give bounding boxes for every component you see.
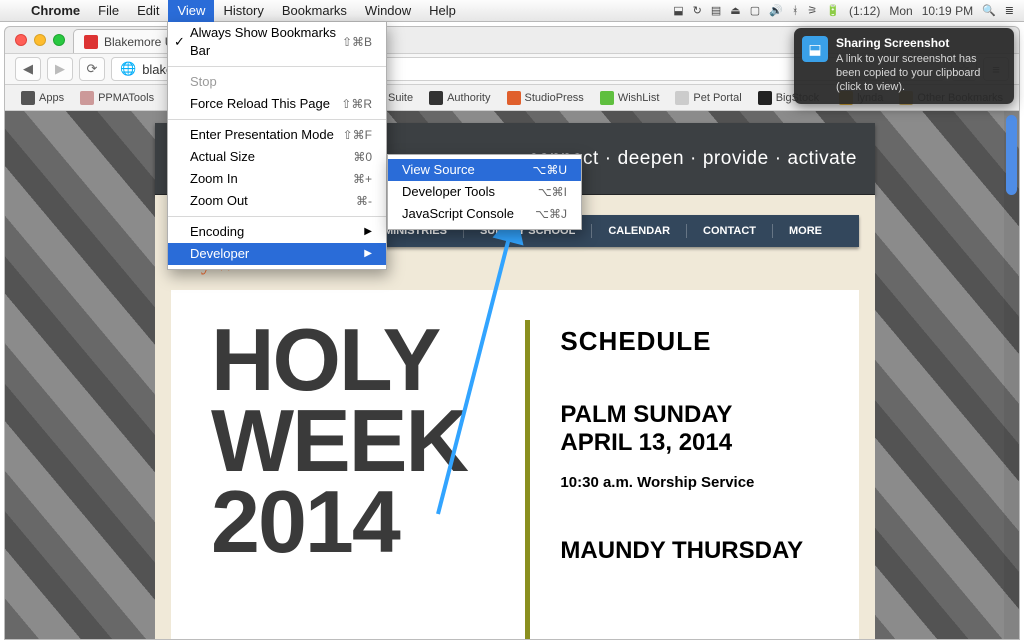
- view-menu-dropdown: Always Show Bookmarks Bar⇧⌘B Stop Force …: [167, 22, 387, 270]
- menu-stop: Stop: [168, 71, 386, 93]
- toast-body: A link to your screenshot has been copie…: [836, 52, 1004, 94]
- scrollbar-track[interactable]: [1004, 111, 1019, 639]
- menu-presentation[interactable]: Enter Presentation Mode⇧⌘F: [168, 124, 386, 146]
- bookmark-ppmatools[interactable]: PPMATools: [74, 89, 160, 107]
- hero-line3: 2014: [211, 482, 495, 563]
- bookmark-petportal[interactable]: Pet Portal: [669, 89, 747, 107]
- app-name[interactable]: Chrome: [22, 3, 89, 18]
- event-2: MAUNDY THURSDAY: [560, 537, 819, 565]
- dropbox-icon[interactable]: ⬓: [673, 4, 683, 17]
- clock-day[interactable]: Mon: [889, 4, 912, 18]
- schedule-col: SCHEDULE PALM SUNDAYAPRIL 13, 2014 10:30…: [560, 320, 819, 639]
- menu-history[interactable]: History: [214, 0, 272, 22]
- submenu-js-console[interactable]: JavaScript Console⌥⌘J: [388, 203, 581, 225]
- bookmark-authority[interactable]: Authority: [423, 89, 496, 107]
- forward-button[interactable]: ▶: [47, 57, 73, 81]
- chevron-right-icon: ▶: [364, 245, 372, 263]
- wifi-icon[interactable]: ⚞: [807, 4, 817, 17]
- menu-file[interactable]: File: [89, 0, 128, 22]
- dropbox-notification[interactable]: ⬓ Sharing Screenshot A link to your scre…: [794, 28, 1014, 104]
- display-icon[interactable]: ▢: [750, 4, 760, 17]
- menu-separator: [168, 216, 386, 217]
- event-1: PALM SUNDAYAPRIL 13, 2014: [560, 401, 819, 456]
- notifications-icon[interactable]: ≣: [1005, 4, 1014, 17]
- eject-icon[interactable]: ⏏: [730, 4, 740, 17]
- clock-time[interactable]: 10:19 PM: [922, 4, 973, 18]
- minimize-button[interactable]: [34, 34, 46, 46]
- divider: [525, 320, 530, 639]
- bookmark-studiopress[interactable]: StudioPress: [501, 89, 590, 107]
- bluetooth-icon[interactable]: ᚼ: [792, 5, 799, 17]
- menu-zoom-in[interactable]: Zoom In⌘+: [168, 168, 386, 190]
- volume-icon[interactable]: 🔊: [769, 4, 783, 17]
- developer-submenu: View Source⌥⌘U Developer Tools⌥⌘I JavaSc…: [387, 154, 582, 230]
- spotlight-icon[interactable]: 🔍: [982, 4, 996, 17]
- menu-view[interactable]: View: [168, 0, 214, 22]
- reload-button[interactable]: ⟳: [79, 57, 105, 81]
- nav-more[interactable]: MORE: [773, 224, 838, 238]
- toast-title: Sharing Screenshot: [836, 36, 1004, 50]
- hero-line2: WEEK: [211, 401, 495, 482]
- bookmark-wishlist[interactable]: WishList: [594, 89, 666, 107]
- menu-separator: [168, 119, 386, 120]
- menu-bookmarks[interactable]: Bookmarks: [273, 0, 356, 22]
- globe-icon: 🌐: [120, 61, 136, 77]
- back-button[interactable]: ◀: [15, 57, 41, 81]
- event-1-detail: 10:30 a.m. Worship Service: [560, 474, 819, 491]
- menu-edit[interactable]: Edit: [128, 0, 168, 22]
- window-controls: [15, 34, 65, 46]
- menu-zoom-out[interactable]: Zoom Out⌘-: [168, 190, 386, 212]
- nav-calendar[interactable]: CALENDAR: [592, 224, 687, 238]
- mac-menubar: Chrome File Edit View History Bookmarks …: [0, 0, 1024, 22]
- menu-actual-size[interactable]: Actual Size⌘0: [168, 146, 386, 168]
- menu-help[interactable]: Help: [420, 0, 465, 22]
- content-card: HOLY WEEK 2014 SCHEDULE PALM SUNDAYAPRIL…: [171, 290, 859, 639]
- zoom-button[interactable]: [53, 34, 65, 46]
- menu-separator: [168, 66, 386, 67]
- scrollbar-thumb[interactable]: [1006, 115, 1017, 195]
- chevron-right-icon: ▶: [364, 223, 372, 241]
- hero-left: HOLY WEEK 2014: [211, 320, 495, 639]
- dropbox-app-icon: ⬓: [802, 36, 828, 62]
- submenu-view-source[interactable]: View Source⌥⌘U: [388, 159, 581, 181]
- menu-encoding[interactable]: Encoding▶: [168, 221, 386, 243]
- sync-icon[interactable]: ↻: [693, 4, 702, 17]
- bookmark-apps[interactable]: Apps: [15, 89, 70, 107]
- hero-line1: HOLY: [211, 320, 495, 401]
- menu-always-show-bookmarks[interactable]: Always Show Bookmarks Bar⇧⌘B: [168, 22, 386, 62]
- menu-developer[interactable]: Developer▶: [168, 243, 386, 265]
- menu-force-reload[interactable]: Force Reload This Page⇧⌘R: [168, 93, 386, 115]
- favicon: [84, 35, 98, 49]
- status-icon[interactable]: ▤: [711, 4, 721, 17]
- bookmark-suite[interactable]: Suite: [382, 90, 419, 106]
- submenu-dev-tools[interactable]: Developer Tools⌥⌘I: [388, 181, 581, 203]
- nav-contact[interactable]: CONTACT: [687, 224, 773, 238]
- chrome-window: Blakemore United ◀ ▶ ⟳ 🌐 blakemoreu ☆ ≡ …: [4, 26, 1020, 640]
- menubar-status-area: ⬓ ↻ ▤ ⏏ ▢ 🔊 ᚼ ⚞ 🔋 (1:12) Mon 10:19 PM 🔍 …: [673, 4, 1024, 18]
- close-button[interactable]: [15, 34, 27, 46]
- menu-window[interactable]: Window: [356, 0, 420, 22]
- battery-time: (1:12): [849, 4, 880, 18]
- schedule-heading: SCHEDULE: [560, 326, 819, 357]
- battery-icon[interactable]: 🔋: [826, 4, 840, 17]
